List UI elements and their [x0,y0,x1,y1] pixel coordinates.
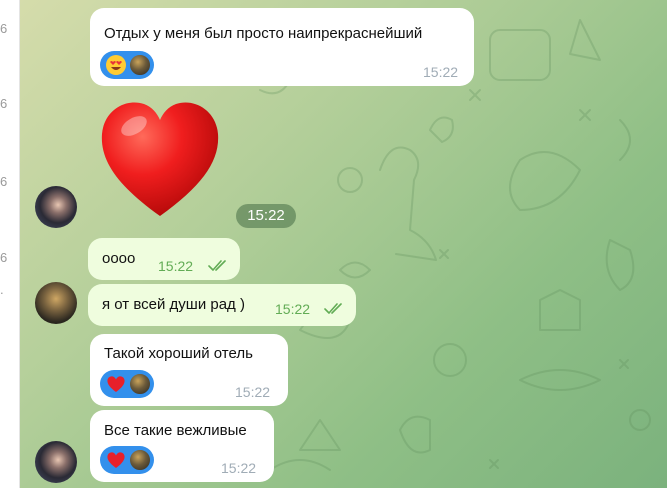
message-time: 15:22 [275,301,311,317]
message-text: я от всей души рад ) [102,296,245,313]
message-text: Такой хороший отель [104,345,253,362]
reactor-avatar [129,54,151,76]
message-time: 15:22 [423,64,459,80]
chat-list-digit: 6 [0,174,8,189]
reactor-avatar [129,449,151,471]
message-bubble[interactable]: Отдых у меня был просто наипрекраснейший… [90,8,474,86]
chat-background: Отдых у меня был просто наипрекраснейший… [20,0,667,488]
heart-eyes-face-icon [106,55,126,75]
chat-list-digit: 6 [0,21,8,36]
message-bubble-outgoing[interactable]: оооо 15:22 [88,238,240,280]
message-time: 15:22 [158,258,194,274]
chat-list-edge: 6 6 6 6 . [0,0,20,488]
reactor-avatar [129,373,151,395]
message-bubble-outgoing[interactable]: я от всей души рад ) 15:22 [88,284,356,326]
sender-avatar[interactable] [35,186,77,228]
message-time: 15:22 [221,460,257,476]
read-double-check-icon [324,303,342,314]
message-text: оооо [102,250,136,267]
chat-list-digit: 6 [0,96,8,111]
chat-list-digit: 6 [0,250,8,265]
message-text: Отдых у меня был просто наипрекраснейший [104,25,423,42]
sticker-time-badge: 15:22 [236,204,296,228]
reaction-heart-eyes[interactable] [100,51,154,79]
reaction-red-heart[interactable] [100,370,154,398]
sender-avatar[interactable] [35,441,77,483]
red-heart-icon [107,452,125,468]
red-heart-icon [107,376,125,392]
read-double-check-icon [208,260,226,271]
message-bubble[interactable]: Все такие вежливые 15:22 [90,410,274,482]
sender-avatar[interactable] [35,282,77,324]
chat-list-digit: . [0,282,4,297]
reaction-red-heart[interactable] [100,446,154,474]
message-time: 15:22 [235,384,271,400]
red-heart-sticker[interactable] [98,96,222,222]
message-text: Все такие вежливые [104,422,247,439]
message-bubble[interactable]: Такой хороший отель 15:22 [90,334,288,406]
